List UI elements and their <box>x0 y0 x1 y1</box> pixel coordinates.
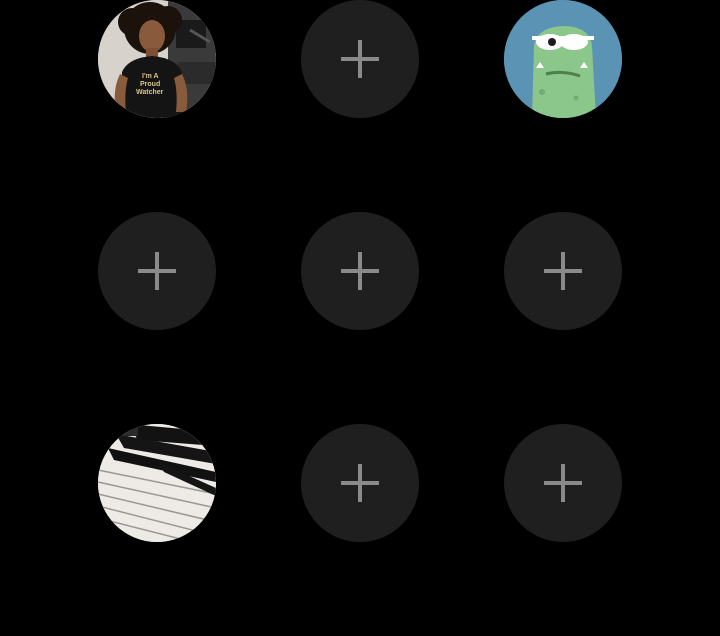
add-shortcut-button[interactable] <box>504 212 622 330</box>
add-shortcut-button[interactable] <box>301 212 419 330</box>
plus-icon <box>341 40 379 78</box>
plus-icon <box>544 252 582 290</box>
svg-text:Proud: Proud <box>140 81 160 88</box>
plus-icon <box>138 252 176 290</box>
plus-icon <box>544 464 582 502</box>
contact-avatar-green-creature[interactable] <box>504 0 622 118</box>
svg-text:Watcher: Watcher <box>136 89 164 96</box>
contact-avatar-piano[interactable] <box>98 424 216 542</box>
add-shortcut-button[interactable] <box>301 0 419 118</box>
add-shortcut-button[interactable] <box>504 424 622 542</box>
add-shortcut-button[interactable] <box>301 424 419 542</box>
plus-icon <box>341 252 379 290</box>
green-creature-illustration <box>504 0 622 118</box>
shortcut-grid: I'm A Proud Watcher <box>0 0 720 636</box>
contact-avatar-studio-person[interactable]: I'm A Proud Watcher <box>98 0 216 118</box>
studio-person-photo: I'm A Proud Watcher <box>98 0 216 118</box>
piano-keys-photo <box>98 424 216 542</box>
shirt-text: I'm A <box>142 73 159 80</box>
add-shortcut-button[interactable] <box>98 212 216 330</box>
plus-icon <box>341 464 379 502</box>
